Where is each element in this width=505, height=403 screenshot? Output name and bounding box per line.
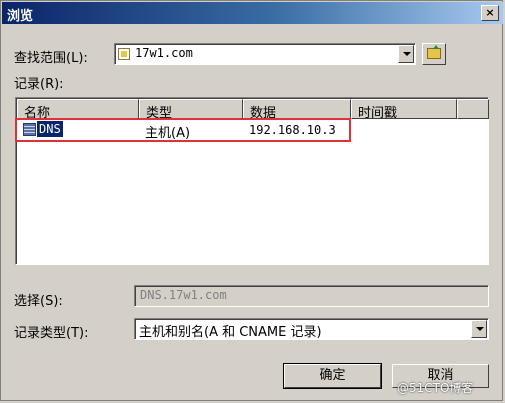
lookin-combo[interactable]: 17w1.com [114, 43, 416, 65]
record-type-value: 主机和别名(A 和 CNAME 记录) [139, 325, 322, 340]
lookin-label: 查找范围(L): [14, 51, 88, 66]
zone-folder-icon [118, 48, 130, 60]
dns-record-icon [23, 123, 36, 136]
title-bar[interactable]: 浏览 × [2, 2, 503, 24]
select-field: DNS.17w1.com [134, 285, 489, 307]
ok-button[interactable]: 确定 [283, 363, 382, 389]
record-data: 192.168.10.3 [249, 123, 336, 137]
column-header-name[interactable]: 名称 [17, 99, 139, 121]
column-header-filler [457, 99, 489, 119]
select-value: DNS.17w1.com [140, 288, 227, 302]
watermark-text: @51CTO博客 [397, 381, 474, 395]
list-header: 名称 类型 数据 时间戳 [17, 99, 489, 121]
column-header-data[interactable]: 数据 [243, 99, 351, 121]
window-title: 浏览 [7, 9, 34, 24]
records-list[interactable]: 名称 类型 数据 时间戳 DNS 主机(A) 192.168.10.3 [15, 97, 489, 265]
record-name: DNS [36, 120, 64, 138]
column-header-type[interactable]: 类型 [139, 99, 243, 121]
lookin-value: 17w1.com [135, 46, 193, 60]
column-header-timestamp[interactable]: 时间戳 [351, 99, 457, 121]
folder-up-icon [427, 45, 441, 59]
record-type: 主机(A) [145, 126, 191, 141]
record-type-label: 记录类型(T): [14, 326, 89, 341]
close-button[interactable]: × [481, 5, 499, 21]
table-row[interactable]: DNS 主机(A) 192.168.10.3 [17, 120, 487, 141]
record-type-combo[interactable]: 主机和别名(A 和 CNAME 记录) [134, 318, 489, 340]
up-one-level-button[interactable] [422, 43, 446, 65]
record-type-dropdown-arrow-icon[interactable] [471, 320, 487, 338]
select-label: 选择(S): [14, 294, 63, 309]
lookin-dropdown-arrow-icon[interactable] [398, 45, 414, 63]
browse-dialog: 浏览 × 查找范围(L): 17w1.com 记录(R): 名称 类型 数据 时… [0, 0, 503, 401]
records-label: 记录(R): [14, 77, 64, 92]
